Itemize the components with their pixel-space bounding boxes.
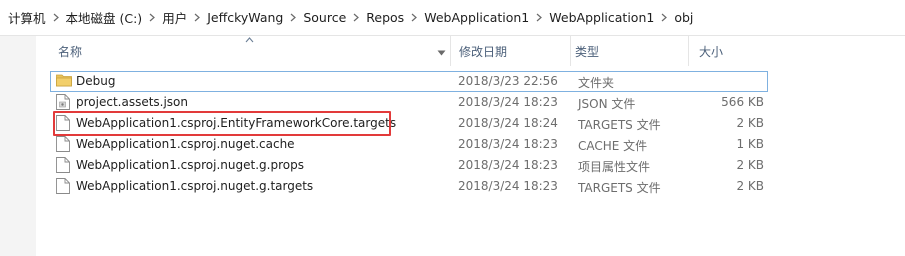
file-icon: [56, 136, 70, 152]
file-date: 2018/3/24 18:23: [458, 95, 558, 109]
file-date: 2018/3/24 18:24: [458, 116, 558, 130]
column-filter-dropdown-icon[interactable]: [437, 45, 446, 59]
breadcrumb-source[interactable]: Source: [299, 10, 350, 25]
chevron-right-icon[interactable]: [50, 13, 62, 22]
file-type: 项目属性文件: [578, 160, 651, 174]
column-header-name[interactable]: 名称: [44, 36, 456, 66]
annotation-highlight-box: [53, 111, 391, 136]
chevron-right-icon[interactable]: [408, 13, 420, 22]
file-row-project-assets-json[interactable]: project.assets.json 2018/3/24 18:23 JSON…: [36, 92, 905, 113]
file-type: CACHE 文件: [578, 139, 648, 153]
file-row-nuget-g-props[interactable]: WebApplication1.csproj.nuget.g.props 201…: [36, 155, 905, 176]
file-row-debug[interactable]: Debug 2018/3/23 22:56 文件夹: [36, 71, 905, 92]
column-header-date[interactable]: 修改日期: [450, 36, 568, 66]
file-date: 2018/3/24 18:23: [458, 179, 558, 193]
file-date: 2018/3/24 18:23: [458, 158, 558, 172]
file-row-nuget-g-targets[interactable]: WebApplication1.csproj.nuget.g.targets 2…: [36, 176, 905, 197]
column-header-type[interactable]: 类型: [570, 36, 694, 66]
chevron-right-icon[interactable]: [350, 13, 362, 22]
json-file-icon: [56, 94, 70, 110]
file-size: 2 KB: [736, 179, 764, 193]
file-type: 文件夹: [578, 76, 615, 90]
file-size: 2 KB: [736, 116, 764, 130]
column-header-size[interactable]: 大小: [688, 36, 778, 66]
breadcrumb: 计算机 本地磁盘 (C:) 用户 JeffckyWang Source Repo…: [0, 0, 905, 36]
column-header-size-label: 大小: [699, 44, 724, 59]
chevron-right-icon[interactable]: [191, 13, 203, 22]
column-header-name-label: 名称: [58, 44, 83, 59]
breadcrumb-repos[interactable]: Repos: [362, 10, 408, 25]
file-name: WebApplication1.csproj.nuget.cache: [76, 137, 295, 151]
breadcrumb-obj[interactable]: obj: [670, 10, 697, 25]
breadcrumb-solution-folder[interactable]: WebApplication1: [420, 10, 533, 25]
breadcrumb-project-folder[interactable]: WebApplication1: [545, 10, 658, 25]
selection-highlight: [50, 71, 768, 92]
file-row-nuget-cache[interactable]: WebApplication1.csproj.nuget.cache 2018/…: [36, 134, 905, 155]
file-name: Debug: [76, 74, 116, 88]
file-size: 566 KB: [721, 95, 764, 109]
file-icon: [56, 157, 70, 173]
column-header-type-label: 类型: [575, 44, 600, 59]
file-size: 2 KB: [736, 158, 764, 172]
file-date: 2018/3/24 18:23: [458, 137, 558, 151]
file-type: JSON 文件: [578, 97, 636, 111]
column-header-date-label: 修改日期: [459, 44, 508, 59]
file-date: 2018/3/23 22:56: [458, 74, 558, 88]
breadcrumb-computer[interactable]: 计算机: [4, 8, 50, 27]
column-headers: 名称 修改日期 类型 大小: [36, 36, 905, 66]
file-name: WebApplication1.csproj.nuget.g.targets: [76, 179, 314, 193]
file-type: TARGETS 文件: [578, 181, 661, 195]
file-name: WebApplication1.csproj.nuget.g.props: [76, 158, 304, 172]
chevron-right-icon[interactable]: [658, 13, 670, 22]
navigation-pane[interactable]: [0, 36, 36, 256]
folder-icon: [56, 73, 72, 89]
chevron-right-icon[interactable]: [533, 13, 545, 22]
chevron-right-icon[interactable]: [287, 13, 299, 22]
file-name: project.assets.json: [76, 95, 189, 109]
file-type: TARGETS 文件: [578, 118, 661, 132]
file-size: 1 KB: [736, 137, 764, 151]
breadcrumb-drive-c[interactable]: 本地磁盘 (C:): [62, 8, 147, 27]
file-icon: [56, 178, 70, 194]
breadcrumb-users[interactable]: 用户: [158, 8, 191, 27]
breadcrumb-user-folder[interactable]: JeffckyWang: [203, 10, 287, 25]
chevron-right-icon[interactable]: [146, 13, 158, 22]
